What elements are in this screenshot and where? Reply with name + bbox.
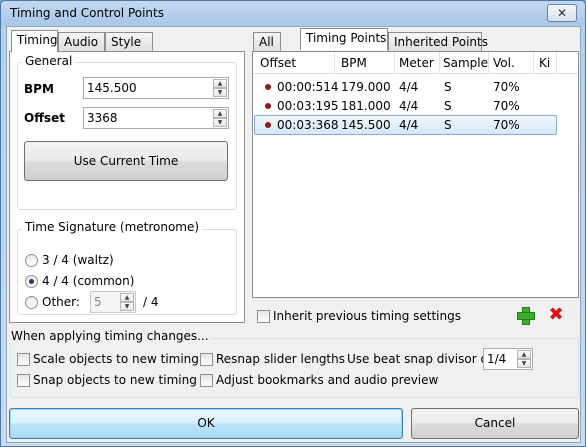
beat-snap-value: 1/4 xyxy=(487,352,507,366)
row-sample: S xyxy=(444,80,452,94)
tab-style[interactable]: Style xyxy=(105,32,153,52)
timing-table-header: Offset BPM Meter Sample Vol. Ki xyxy=(253,52,578,74)
row-meter: 4/4 xyxy=(399,118,419,132)
scale-objects-checkbox[interactable] xyxy=(17,353,30,366)
tab-timing-points[interactable]: Timing Points xyxy=(300,28,388,50)
row-bpm: 181.000 xyxy=(341,99,391,113)
row-bpm: 179.000 xyxy=(341,80,391,94)
resnap-sliders-checkbox[interactable] xyxy=(200,353,213,366)
tab-label: Inherited Points xyxy=(394,35,488,49)
radio-common-label: 4 / 4 (common) xyxy=(42,274,135,288)
delete-icon[interactable]: ✖ xyxy=(548,306,564,324)
resnap-sliders-label: Resnap slider lengths xyxy=(216,352,345,366)
offset-label: Offset xyxy=(24,111,65,125)
close-button[interactable]: ✕ xyxy=(547,4,577,22)
timing-point-dot-icon xyxy=(265,103,271,109)
adjust-bookmarks-label: Adjust bookmarks and audio preview xyxy=(216,373,439,387)
timing-point-dot-icon xyxy=(265,122,271,128)
table-row[interactable]: 00:03:195 181.000 4/4 S 70% xyxy=(254,96,557,116)
general-group-label: General xyxy=(22,54,76,68)
bpm-up-arrow-icon[interactable]: ▲ xyxy=(213,79,227,88)
timing-tab-panel: General BPM 145.500 ▲ ▼ Offset 3368 ▲ ▼ Us… xyxy=(9,51,245,323)
row-offset: 00:00:514 xyxy=(277,80,339,94)
add-icon[interactable] xyxy=(517,307,535,325)
tab-inherited-points[interactable]: Inherited Points xyxy=(388,32,488,52)
radio-common[interactable] xyxy=(25,275,38,288)
tab-label: All xyxy=(259,35,274,49)
tab-all[interactable]: All xyxy=(253,32,281,52)
radio-waltz-label: 3 / 4 (waltz) xyxy=(42,253,114,267)
tab-label: Audio xyxy=(64,35,99,49)
bpm-down-arrow-icon[interactable]: ▼ xyxy=(213,88,227,97)
col-offset[interactable]: Offset xyxy=(260,56,296,70)
title-bar[interactable]: Timing and Control Points ✕ xyxy=(1,1,585,26)
dialog-client-area: Timing Audio Style General BPM 145.500 ▲… xyxy=(6,26,581,443)
col-volume[interactable]: Vol. xyxy=(493,56,515,70)
use-current-time-button[interactable]: Use Current Time xyxy=(24,141,228,181)
col-meter[interactable]: Meter xyxy=(399,56,434,70)
snap-objects-checkbox[interactable] xyxy=(17,374,30,387)
tab-label: Timing Points xyxy=(306,31,387,45)
other-numerator-value: 5 xyxy=(94,295,102,309)
col-sample[interactable]: Sample xyxy=(443,56,488,70)
row-meter: 4/4 xyxy=(399,80,419,94)
offset-down-arrow-icon[interactable]: ▼ xyxy=(213,118,227,127)
row-offset: 00:03:368 xyxy=(277,118,339,132)
window-title: Timing and Control Points xyxy=(10,6,164,20)
row-sample: S xyxy=(444,118,452,132)
table-row[interactable]: 00:00:514 179.000 4/4 S 70% xyxy=(254,77,557,97)
row-volume: 70% xyxy=(493,118,520,132)
row-sample: S xyxy=(444,99,452,113)
beat-snap-up-arrow-icon[interactable]: ▲ xyxy=(517,350,531,359)
bpm-label: BPM xyxy=(24,82,54,96)
applying-group-label: When applying timing changes... xyxy=(8,329,212,343)
other-down-arrow-icon[interactable]: ▼ xyxy=(120,302,134,311)
ok-button[interactable]: OK xyxy=(9,408,403,439)
offset-stepper[interactable]: 3368 ▲ ▼ xyxy=(83,107,229,129)
timing-dialog-window: Timing and Control Points ✕ Timing Audio… xyxy=(0,0,586,447)
row-meter: 4/4 xyxy=(399,99,419,113)
beat-snap-label: Use beat snap divisor of xyxy=(347,352,493,366)
time-signature-group-label: Time Signature (metronome) xyxy=(22,220,203,234)
other-suffix: / 4 xyxy=(143,295,159,309)
tab-audio[interactable]: Audio xyxy=(58,32,105,52)
radio-other-label: Other: xyxy=(42,295,80,309)
tab-label: Timing xyxy=(17,33,58,47)
col-kiai[interactable]: Ki xyxy=(539,56,550,70)
row-volume: 70% xyxy=(493,80,520,94)
close-icon: ✕ xyxy=(556,6,568,20)
row-volume: 70% xyxy=(493,99,520,113)
tab-timing[interactable]: Timing xyxy=(11,30,58,52)
row-offset: 00:03:195 xyxy=(277,99,339,113)
beat-snap-down-arrow-icon[interactable]: ▼ xyxy=(517,359,531,368)
row-bpm: 145.500 xyxy=(341,118,391,132)
table-row-selected[interactable]: 00:03:368 145.500 4/4 S 70% xyxy=(254,115,557,135)
timing-points-panel: Offset BPM Meter Sample Vol. Ki 00:00:51… xyxy=(252,51,579,298)
radio-other[interactable] xyxy=(25,296,38,309)
other-numerator-stepper[interactable]: 5 ▲ ▼ xyxy=(90,291,136,313)
scale-objects-label: Scale objects to new timing xyxy=(33,352,199,366)
tab-label: Style xyxy=(111,35,142,49)
col-bpm[interactable]: BPM xyxy=(341,56,367,70)
offset-up-arrow-icon[interactable]: ▲ xyxy=(213,109,227,118)
offset-value: 3368 xyxy=(87,111,118,125)
cancel-button[interactable]: Cancel xyxy=(411,408,579,439)
inherit-label: Inherit previous timing settings xyxy=(273,309,461,323)
adjust-bookmarks-checkbox[interactable] xyxy=(200,374,213,387)
beat-snap-stepper[interactable]: 1/4 ▲ ▼ xyxy=(483,348,533,370)
inherit-checkbox[interactable] xyxy=(257,310,270,323)
snap-objects-label: Snap objects to new timing xyxy=(33,373,197,387)
other-up-arrow-icon[interactable]: ▲ xyxy=(120,293,134,302)
radio-waltz[interactable] xyxy=(25,254,38,267)
bpm-value: 145.500 xyxy=(87,81,137,95)
timing-point-dot-icon xyxy=(265,84,271,90)
bpm-stepper[interactable]: 145.500 ▲ ▼ xyxy=(83,77,229,99)
